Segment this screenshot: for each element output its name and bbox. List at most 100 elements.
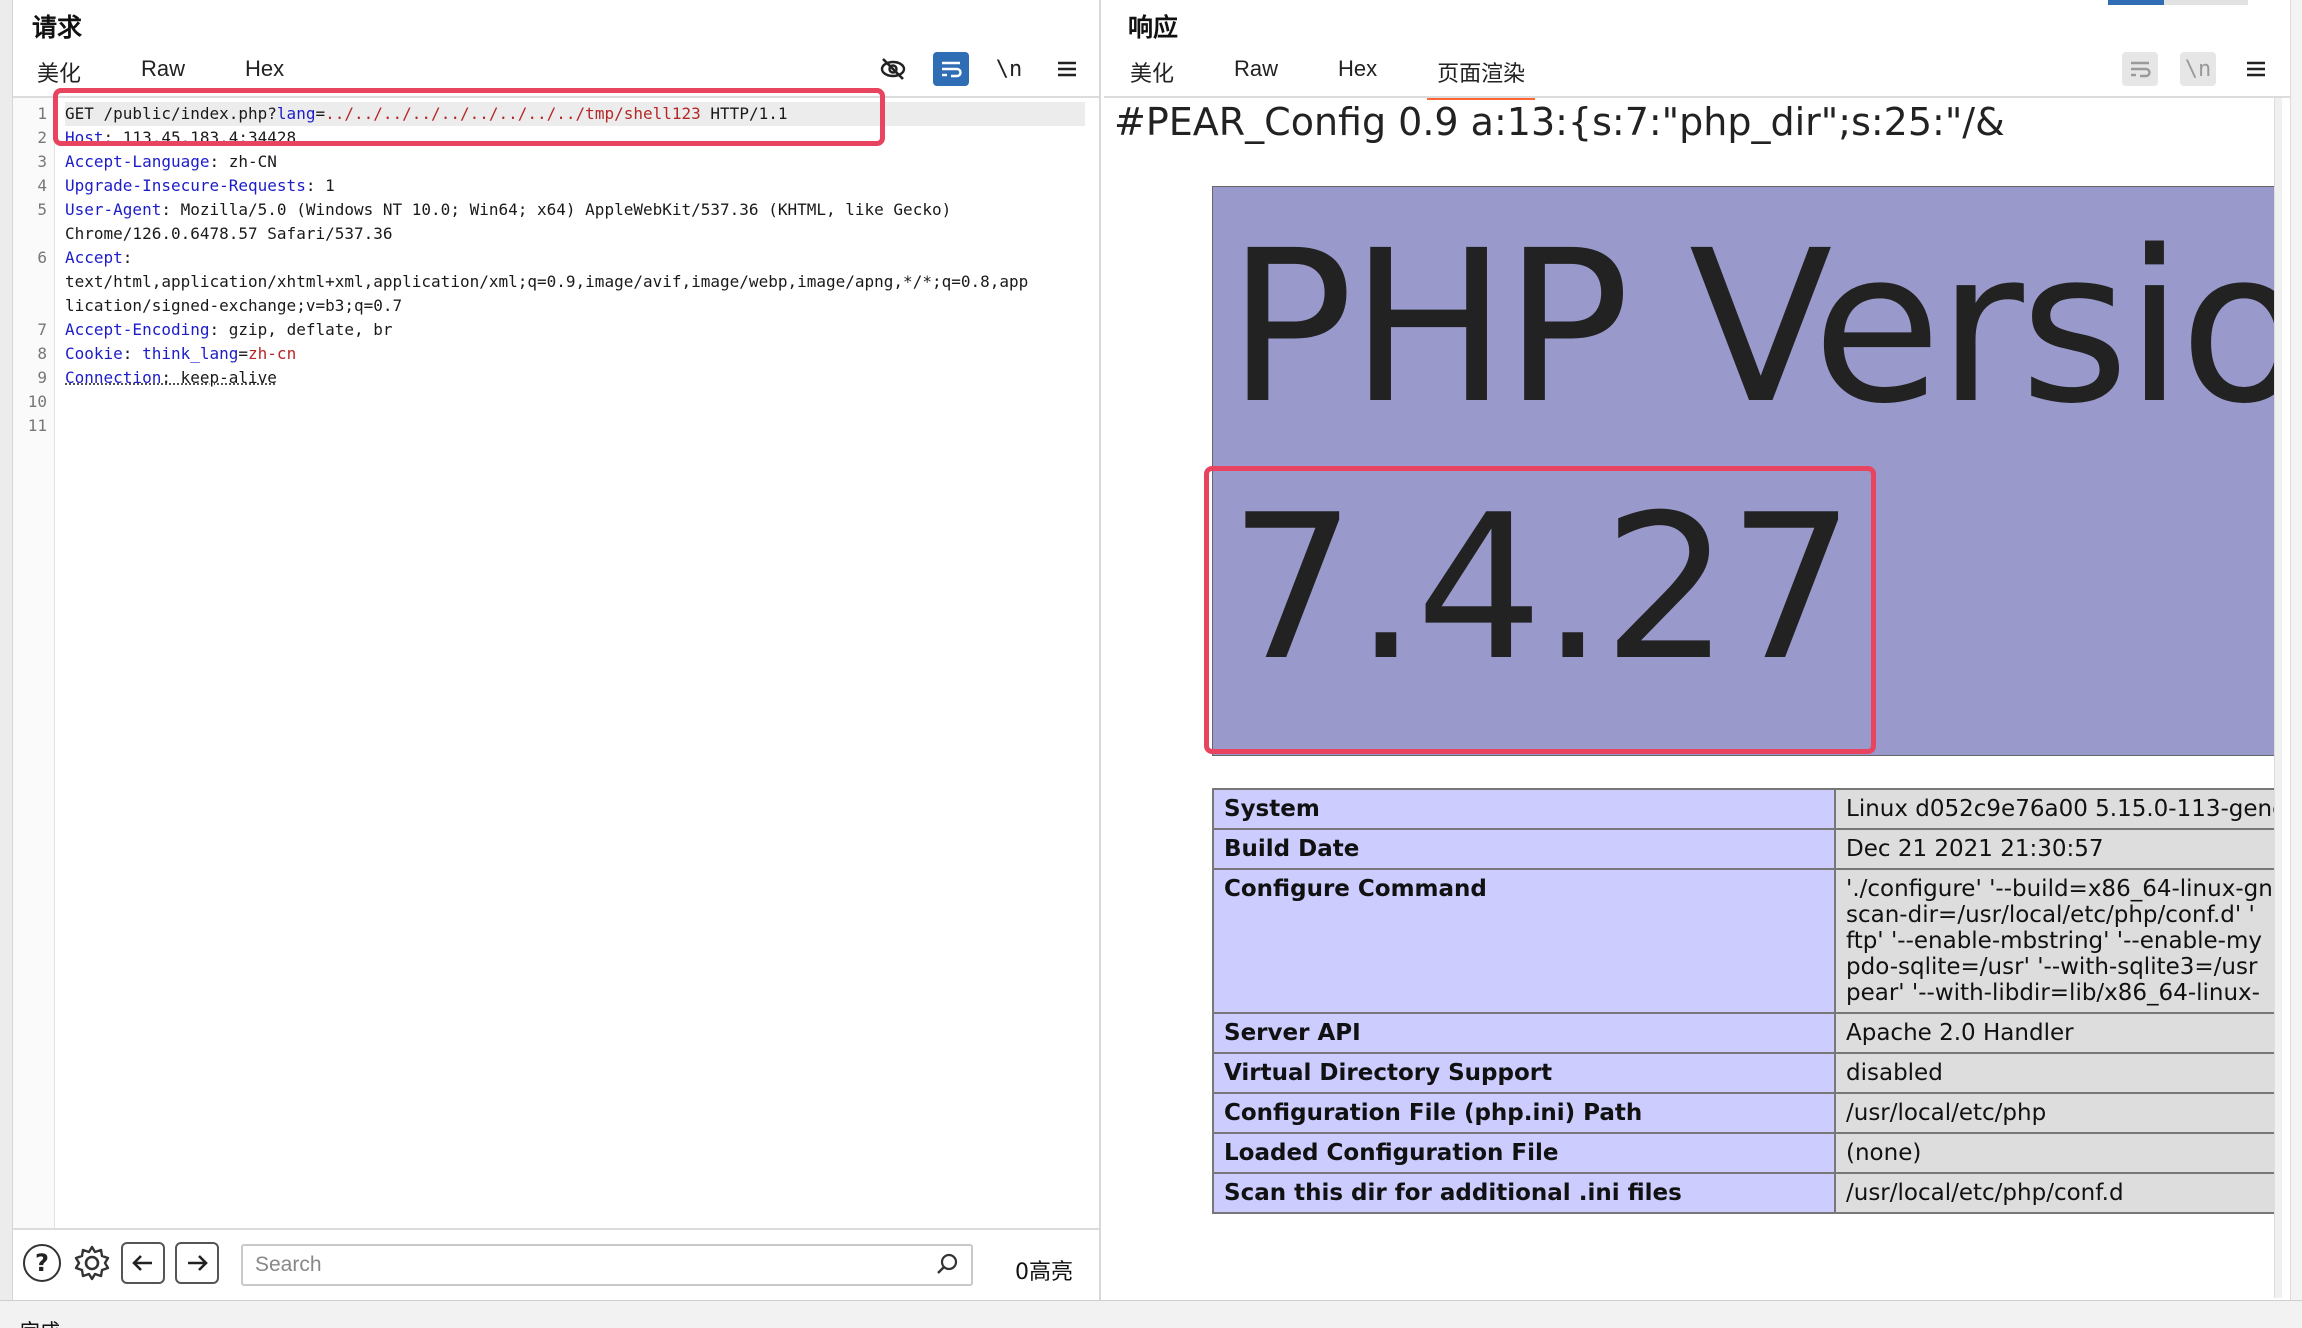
rendered-page[interactable]: #PEAR_Config 0.9 a:13:{s:7:"php_dir";s:2… — [1112, 98, 2282, 1300]
arrow-left-icon[interactable] — [121, 1242, 165, 1284]
php-info-row: Scan this dir for additional .ini files /… — [1212, 1172, 2282, 1214]
php-info-value: disabled — [1834, 1052, 2282, 1094]
php-info-value: Apache 2.0 Handler — [1834, 1012, 2282, 1054]
header-key: User-Agent — [65, 200, 162, 219]
php-info-value: Dec 21 2021 21:30:57 — [1834, 828, 2282, 870]
eye-off-icon[interactable] — [875, 52, 911, 86]
response-title: 响应 — [1128, 13, 1179, 42]
search-box — [241, 1244, 973, 1286]
menu-icon[interactable] — [2238, 52, 2274, 86]
php-info-row: Server API Apache 2.0 Handler — [1212, 1012, 2282, 1054]
help-icon[interactable]: ? — [23, 1244, 61, 1282]
cookie-key: think_lang — [142, 344, 239, 363]
header-line-continued: text/html,application/xhtml+xml,applicat… — [65, 272, 1029, 291]
request-panel: 请求 美化 Raw Hex \n 1 2 3 4 5 6 7 8 9 10 11 — [13, 0, 1101, 1300]
header-key: Connection — [65, 368, 162, 387]
line-number: 1 — [37, 104, 47, 123]
php-info-row: Virtual Directory Support disabled — [1212, 1052, 2282, 1094]
cookie-value: zh-cn — [248, 344, 297, 363]
response-tab-render[interactable]: 页面渲染 — [1419, 56, 1543, 100]
cookie-eq: = — [238, 344, 249, 363]
request-footer: ? 0高亮 — [13, 1228, 1099, 1300]
response-panel: 响应 美化 Raw Hex 页面渲染 \n #PEAR_Config 0.9 a… — [1104, 0, 2302, 1300]
newline-toggle[interactable]: \n — [2180, 52, 2216, 86]
php-info-value: Linux d052c9e76a00 5.15.0-113-generic — [1834, 788, 2282, 830]
header-value: : 1 — [305, 176, 335, 195]
php-info-row: System Linux d052c9e76a00 5.15.0-113-gene… — [1212, 788, 2282, 830]
header-line: Upgrade-Insecure-Requests: 1 — [65, 174, 1085, 198]
highlight-box-request-line — [53, 88, 885, 146]
request-toolbar: \n — [875, 52, 1085, 86]
request-title: 请求 — [32, 13, 83, 42]
highlight-box-version — [1204, 466, 1876, 754]
header-key: Upgrade-Insecure-Requests — [65, 176, 306, 195]
pear-config-text: #PEAR_Config 0.9 a:13:{s:7:"php_dir";s:2… — [1114, 100, 2005, 144]
status-text: 完成 — [20, 1315, 60, 1328]
line-number: 9 — [37, 368, 47, 387]
header-key: Accept-Encoding — [65, 320, 210, 339]
header-line: Connection: keep-alive — [65, 366, 1085, 390]
arrow-right-icon[interactable] — [175, 1242, 219, 1284]
header-value: : Mozilla/5.0 (Windows NT 10.0; Win64; x… — [161, 200, 952, 219]
highlight-count: 0高亮 — [1015, 1260, 1073, 1285]
gear-icon[interactable] — [71, 1242, 113, 1284]
php-info-row: Loaded Configuration File (none) — [1212, 1132, 2282, 1174]
line-number-gutter: 1 2 3 4 5 6 7 8 9 10 11 — [13, 98, 55, 1228]
response-tab-hex[interactable]: Hex — [1320, 56, 1395, 94]
php-info-key: Scan this dir for additional .ini files — [1212, 1172, 1836, 1214]
line-number: 6 — [37, 248, 47, 267]
line-number: 8 — [37, 344, 47, 363]
php-info-key: Configure Command — [1212, 868, 1836, 1014]
line-number: 4 — [37, 176, 47, 195]
php-info-key: Virtual Directory Support — [1212, 1052, 1836, 1094]
line-number: 11 — [27, 416, 47, 435]
header-line: Accept-Language: zh-CN — [65, 150, 1085, 174]
php-info-table: System Linux d052c9e76a00 5.15.0-113-gene… — [1212, 788, 2282, 1214]
php-info-key: Build Date — [1212, 828, 1836, 870]
php-info-value: /usr/local/etc/php/conf.d — [1834, 1172, 2282, 1214]
php-info-key: System — [1212, 788, 1836, 830]
php-info-row: Build Date Dec 21 2021 21:30:57 — [1212, 828, 2282, 870]
right-edge-strip — [2290, 0, 2302, 1300]
php-info-key: Server API — [1212, 1012, 1836, 1054]
response-toolbar: \n — [2122, 52, 2274, 86]
header-line-continued: lication/signed-exchange;v=b3;q=0.7 — [65, 296, 403, 315]
search-icon[interactable] — [935, 1252, 959, 1282]
header-line: Accept: — [65, 246, 1085, 270]
php-info-value: /usr/local/etc/php — [1834, 1092, 2282, 1134]
header-line: Accept-Encoding: gzip, deflate, br — [65, 318, 1085, 342]
response-tab-raw[interactable]: Raw — [1216, 56, 1296, 94]
header-key: Accept-Language — [65, 152, 210, 171]
header-line: Cookie: think_lang=zh-cn — [65, 342, 1085, 366]
window-control[interactable] — [2164, 0, 2248, 5]
header-value: : keep-alive — [161, 368, 277, 387]
menu-icon[interactable] — [1049, 52, 1085, 86]
wrap-icon[interactable] — [2122, 52, 2158, 86]
header-line-continued: Chrome/126.0.6478.57 Safari/537.36 — [65, 224, 393, 243]
php-info-key: Loaded Configuration File — [1212, 1132, 1836, 1174]
response-tab-pretty[interactable]: 美化 — [1112, 56, 1192, 94]
header-line: User-Agent: Mozilla/5.0 (Windows NT 10.0… — [65, 198, 1085, 222]
header-value: : — [122, 248, 133, 267]
line-number: 7 — [37, 320, 47, 339]
header-key: Cookie — [65, 344, 123, 363]
search-input[interactable] — [243, 1246, 903, 1284]
php-title: PHP Versio — [1227, 205, 2282, 450]
line-number: 3 — [37, 152, 47, 171]
header-key: Accept — [65, 248, 123, 267]
line-number: 2 — [37, 128, 47, 147]
newline-toggle[interactable]: \n — [991, 52, 1027, 86]
header-value: : gzip, deflate, br — [209, 320, 393, 339]
window-control-active[interactable] — [2108, 0, 2164, 5]
header-value: : zh-CN — [209, 152, 277, 171]
response-tabs: 美化 Raw Hex 页面渲染 — [1112, 56, 1567, 100]
request-editor[interactable]: 1 2 3 4 5 6 7 8 9 10 11 GET /public/inde… — [13, 88, 1099, 1228]
header-value: : — [122, 344, 143, 363]
wrap-icon[interactable] — [933, 52, 969, 86]
line-number: 10 — [27, 392, 47, 411]
scrollbar[interactable] — [2274, 98, 2282, 1298]
php-info-value: (none) — [1834, 1132, 2282, 1174]
php-info-key: Configuration File (php.ini) Path — [1212, 1092, 1836, 1134]
php-info-row: Configuration File (php.ini) Path/usr/lo… — [1212, 1092, 2282, 1134]
left-edge-strip — [0, 0, 13, 1300]
